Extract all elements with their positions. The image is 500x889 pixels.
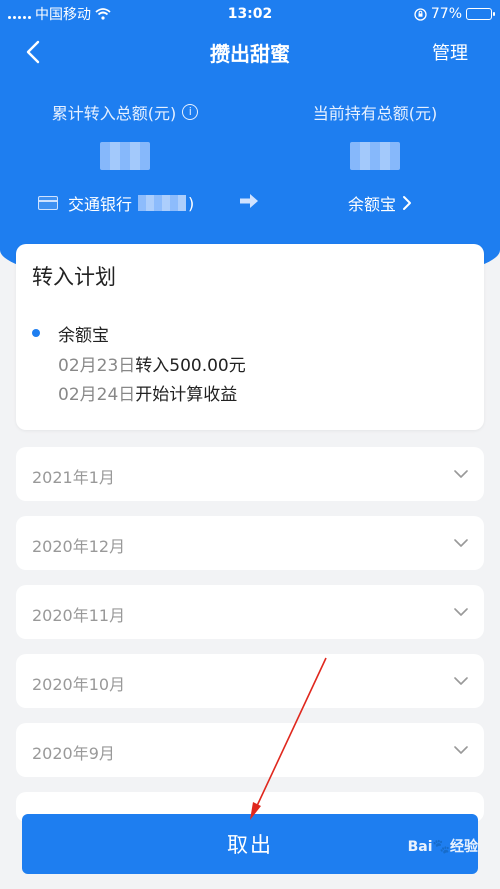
month-row[interactable]: 2020年9月 bbox=[16, 723, 484, 777]
status-left: 中国移动 bbox=[8, 4, 111, 24]
chevron-down-icon bbox=[454, 677, 468, 685]
page-title: 攒出甜蜜 bbox=[210, 42, 290, 66]
month-label: 2020年11月 bbox=[32, 606, 126, 625]
bank-card-icon bbox=[38, 196, 58, 210]
wifi-icon bbox=[95, 8, 111, 20]
chevron-right-icon bbox=[403, 196, 412, 210]
plan-step-text: 开始计算收益 bbox=[135, 385, 238, 405]
transfer-flow: 交通银行 ) 余额宝 bbox=[0, 188, 500, 218]
source-bank-suffix: ) bbox=[188, 193, 195, 213]
status-right: 77% bbox=[414, 6, 495, 22]
info-icon[interactable]: i bbox=[182, 104, 199, 120]
plan-title: 转入计划 bbox=[32, 265, 116, 289]
source-bank: 交通银行 ) bbox=[38, 191, 194, 215]
chevron-down-icon bbox=[454, 539, 468, 547]
chevron-down-icon bbox=[454, 608, 468, 616]
total-in-value-masked bbox=[100, 142, 150, 170]
total-in-column: 累计转入总额(元) i bbox=[0, 100, 250, 170]
holding-label: 当前持有总额(元) bbox=[312, 104, 438, 123]
battery-percent: 77% bbox=[430, 6, 462, 22]
month-row[interactable]: 2021年1月 bbox=[16, 447, 484, 501]
chevron-down-icon bbox=[454, 470, 468, 478]
month-label: 2020年10月 bbox=[32, 675, 126, 694]
month-row[interactable]: 2020年12月 bbox=[16, 516, 484, 570]
plan-product: 余额宝 bbox=[58, 326, 109, 346]
month-label: 2020年9月 bbox=[32, 744, 115, 763]
plan-step-earnings: 02月24日开始计算收益 bbox=[58, 380, 237, 405]
destination-name: 余额宝 bbox=[348, 195, 397, 214]
plan-step-date: 02月24日 bbox=[58, 385, 136, 405]
watermark: Bai🐾经验 bbox=[407, 839, 478, 855]
month-label: 2020年12月 bbox=[32, 537, 126, 556]
source-bank-name: 交通银行 bbox=[68, 195, 133, 214]
month-label: 2021年1月 bbox=[32, 468, 115, 487]
carrier-label: 中国移动 bbox=[35, 7, 91, 23]
arrow-right-icon bbox=[240, 194, 258, 208]
holding-value-masked bbox=[350, 142, 400, 170]
transfer-plan-card: 转入计划 余额宝 02月23日转入500.00元 02月24日开始计算收益 bbox=[16, 244, 484, 430]
month-row[interactable]: 2020年10月 bbox=[16, 654, 484, 708]
rotation-lock-icon bbox=[414, 7, 427, 21]
signal-icon bbox=[8, 9, 31, 19]
bank-number-masked bbox=[138, 195, 187, 211]
battery-icon bbox=[466, 8, 495, 20]
plan-step-text: 转入500.00元 bbox=[135, 356, 246, 376]
plan-step-transfer: 02月23日转入500.00元 bbox=[58, 351, 246, 376]
plan-step-date: 02月23日 bbox=[58, 356, 136, 376]
status-bar: 中国移动 13:02 77% bbox=[0, 0, 500, 28]
chevron-down-icon bbox=[454, 746, 468, 754]
manage-button[interactable]: 管理 bbox=[432, 39, 468, 65]
nav-bar: 攒出甜蜜 管理 bbox=[0, 28, 500, 76]
total-in-label: 累计转入总额(元) bbox=[51, 104, 177, 123]
plan-item-bullet bbox=[32, 329, 40, 337]
total-in-label-wrap: 累计转入总额(元) i bbox=[52, 100, 199, 124]
holding-column: 当前持有总额(元) bbox=[250, 100, 500, 170]
destination-link[interactable]: 余额宝 bbox=[348, 191, 412, 215]
month-row[interactable]: 2020年11月 bbox=[16, 585, 484, 639]
